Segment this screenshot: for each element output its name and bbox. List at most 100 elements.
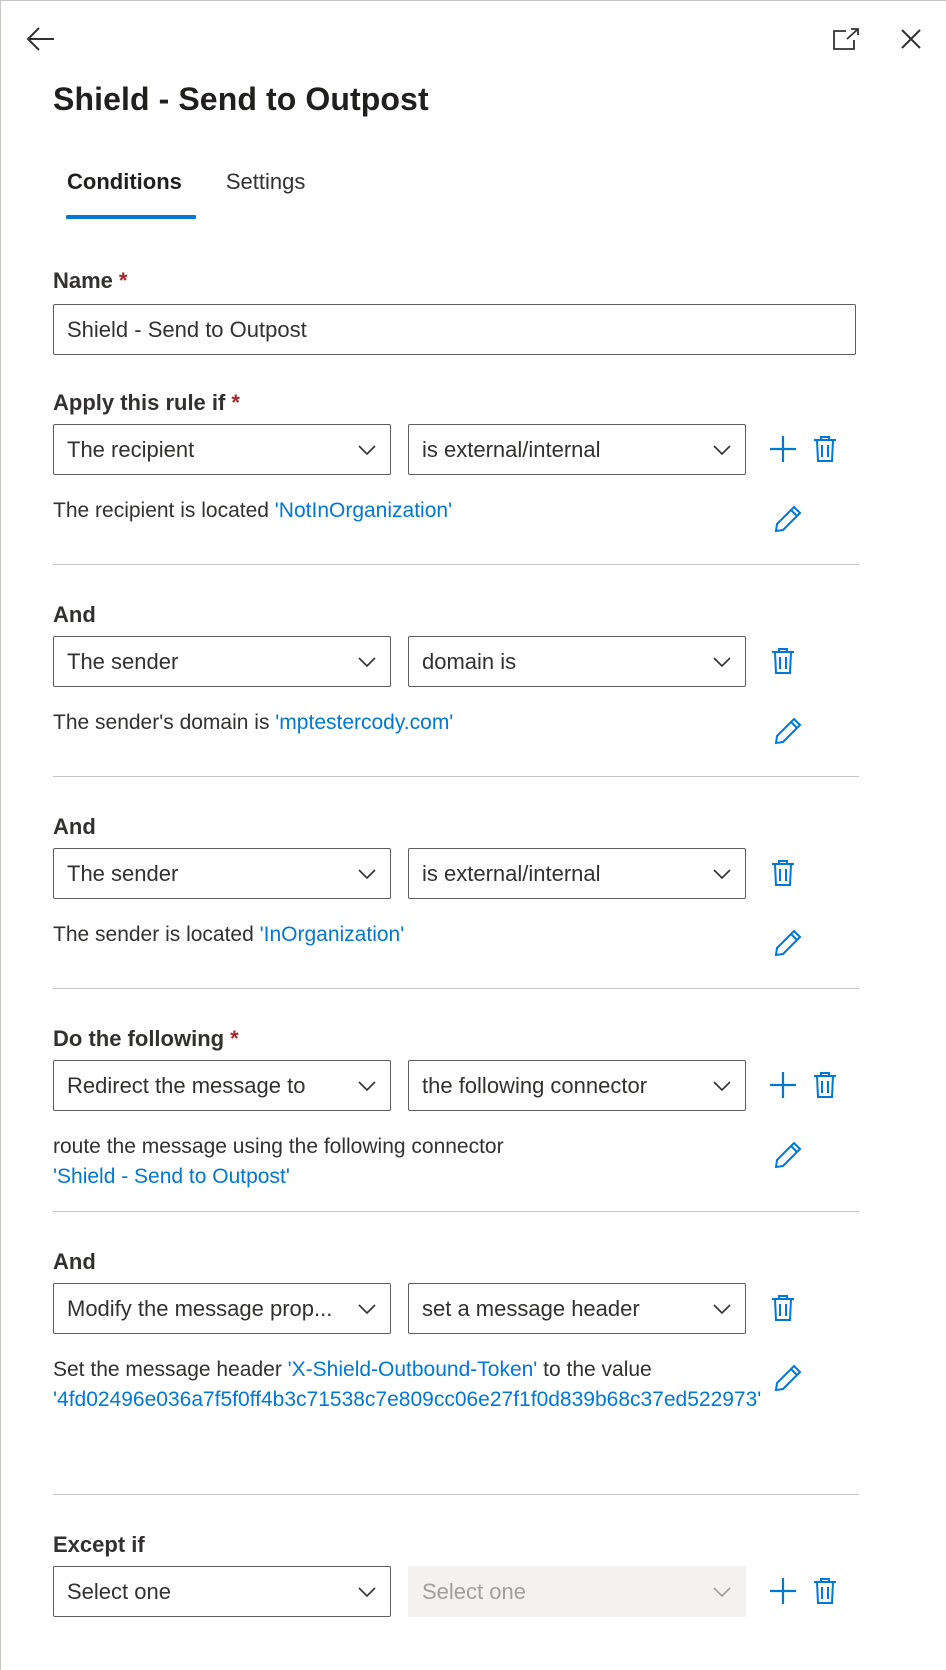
header-name-link[interactable]: 'X-Shield-Outbound-Token' (288, 1358, 538, 1381)
divider (53, 988, 859, 989)
do-following-label-text: Do the following (53, 1026, 225, 1051)
plus-icon (770, 1072, 796, 1098)
dropdown-value: The sender (67, 860, 179, 886)
divider (53, 1494, 859, 1495)
summary-text: to the value (537, 1358, 652, 1381)
chevron-down-icon (713, 868, 731, 879)
edit-condition-button[interactable] (770, 713, 806, 749)
page-title: Shield - Send to Outpost (53, 81, 429, 117)
required-mark: * (118, 268, 128, 293)
delete-condition-button[interactable] (765, 643, 801, 679)
trash-icon (772, 860, 794, 886)
and3-summary: Set the message header 'X-Shield-Outboun… (53, 1355, 763, 1415)
trash-icon (772, 1295, 794, 1321)
exception-field-dropdown[interactable]: Select one (53, 1566, 391, 1617)
edit-action-button[interactable] (770, 1360, 806, 1396)
dropdown-value: Select one (422, 1578, 526, 1604)
summary-text: The sender is located (53, 923, 260, 946)
header-value-link[interactable]: '4fd02496e036a7f5f0ff4b3c71538c7e809cc06… (53, 1388, 761, 1411)
chevron-down-icon (713, 656, 731, 667)
except-if-label: Except if (53, 1532, 145, 1557)
divider (53, 1211, 859, 1212)
summary-value-link[interactable]: 'NotInOrganization' (275, 499, 452, 522)
action-summary: route the message using the following co… (53, 1132, 763, 1192)
back-button[interactable] (21, 19, 61, 59)
apply-rule-label: Apply this rule if * (53, 390, 240, 416)
and3-field-dropdown[interactable]: Modify the message prop... (53, 1283, 391, 1334)
summary-value-link[interactable]: 'InOrganization' (260, 923, 405, 946)
and1-summary: The sender's domain is 'mptestercody.com… (53, 708, 763, 738)
and-label: And (53, 602, 96, 627)
plus-icon (770, 436, 796, 462)
add-action-button[interactable] (765, 1067, 801, 1103)
tab-conditions[interactable]: Conditions (53, 161, 196, 219)
required-mark: * (230, 1026, 239, 1051)
chevron-down-icon (713, 1080, 731, 1091)
apply-operator-dropdown[interactable]: is external/internal (408, 424, 746, 475)
add-condition-button[interactable] (765, 431, 801, 467)
and-label: And (53, 814, 96, 839)
exception-operator-dropdown: Select one (408, 1566, 746, 1617)
and2-field-dropdown[interactable]: The sender (53, 848, 391, 899)
action-field-dropdown[interactable]: Redirect the message to (53, 1060, 391, 1111)
chevron-down-icon (713, 444, 731, 455)
chevron-down-icon (358, 1080, 376, 1091)
summary-value-link[interactable]: 'Shield - Send to Outpost' (53, 1162, 763, 1192)
and2-operator-dropdown[interactable]: is external/internal (408, 848, 746, 899)
apply-field-dropdown[interactable]: The recipient (53, 424, 391, 475)
tab-bar: Conditions Settings (53, 161, 335, 219)
dropdown-value: the following connector (422, 1072, 648, 1098)
dropdown-value: The recipient (67, 436, 195, 462)
apply-rule-label-text: Apply this rule if (53, 390, 226, 415)
chevron-down-icon (358, 1586, 376, 1597)
name-label-text: Name (53, 268, 113, 293)
chevron-down-icon (358, 656, 376, 667)
and2-summary: The sender is located 'InOrganization' (53, 920, 763, 950)
chevron-down-icon (358, 868, 376, 879)
do-following-label: Do the following * (53, 1026, 239, 1052)
summary-text: route the message using the following co… (53, 1135, 504, 1158)
delete-condition-button[interactable] (765, 855, 801, 891)
close-icon (901, 29, 921, 49)
name-label: Name * (53, 268, 127, 294)
tab-settings[interactable]: Settings (212, 161, 320, 219)
chevron-down-icon (358, 1303, 376, 1314)
summary-text: The recipient is located (53, 499, 275, 522)
dropdown-value: Redirect the message to (67, 1072, 306, 1098)
pencil-icon (774, 1364, 802, 1392)
edit-condition-button[interactable] (770, 501, 806, 537)
name-input-value: Shield - Send to Outpost (67, 316, 307, 342)
plus-icon (770, 1578, 796, 1604)
trash-icon (814, 1072, 836, 1098)
and1-operator-dropdown[interactable]: domain is (408, 636, 746, 687)
delete-condition-button[interactable] (807, 431, 843, 467)
pencil-icon (774, 717, 802, 745)
trash-icon (814, 436, 836, 462)
delete-action-button[interactable] (807, 1067, 843, 1103)
popout-icon (833, 28, 859, 50)
trash-icon (772, 648, 794, 674)
popout-button[interactable] (826, 19, 866, 59)
pencil-icon (774, 1141, 802, 1169)
and1-field-dropdown[interactable]: The sender (53, 636, 391, 687)
dropdown-value: The sender (67, 648, 179, 674)
summary-text: The sender's domain is (53, 711, 276, 734)
rule-editor-panel: Shield - Send to Outpost Conditions Sett… (0, 0, 946, 1670)
dropdown-value: Select one (67, 1578, 171, 1604)
trash-icon (814, 1578, 836, 1604)
dropdown-value: domain is (422, 648, 517, 674)
summary-value-link[interactable]: 'mptestercody.com' (275, 711, 453, 734)
close-button[interactable] (891, 19, 931, 59)
add-exception-button[interactable] (765, 1573, 801, 1609)
dropdown-value: is external/internal (422, 436, 601, 462)
edit-condition-button[interactable] (770, 925, 806, 961)
action-operator-dropdown[interactable]: the following connector (408, 1060, 746, 1111)
edit-action-button[interactable] (770, 1137, 806, 1173)
chevron-down-icon (358, 444, 376, 455)
dropdown-value: is external/internal (422, 860, 601, 886)
name-input[interactable]: Shield - Send to Outpost (53, 304, 856, 355)
arrow-left-icon (26, 27, 54, 51)
and3-operator-dropdown[interactable]: set a message header (408, 1283, 746, 1334)
delete-action-button[interactable] (765, 1290, 801, 1326)
delete-exception-button[interactable] (807, 1573, 843, 1609)
